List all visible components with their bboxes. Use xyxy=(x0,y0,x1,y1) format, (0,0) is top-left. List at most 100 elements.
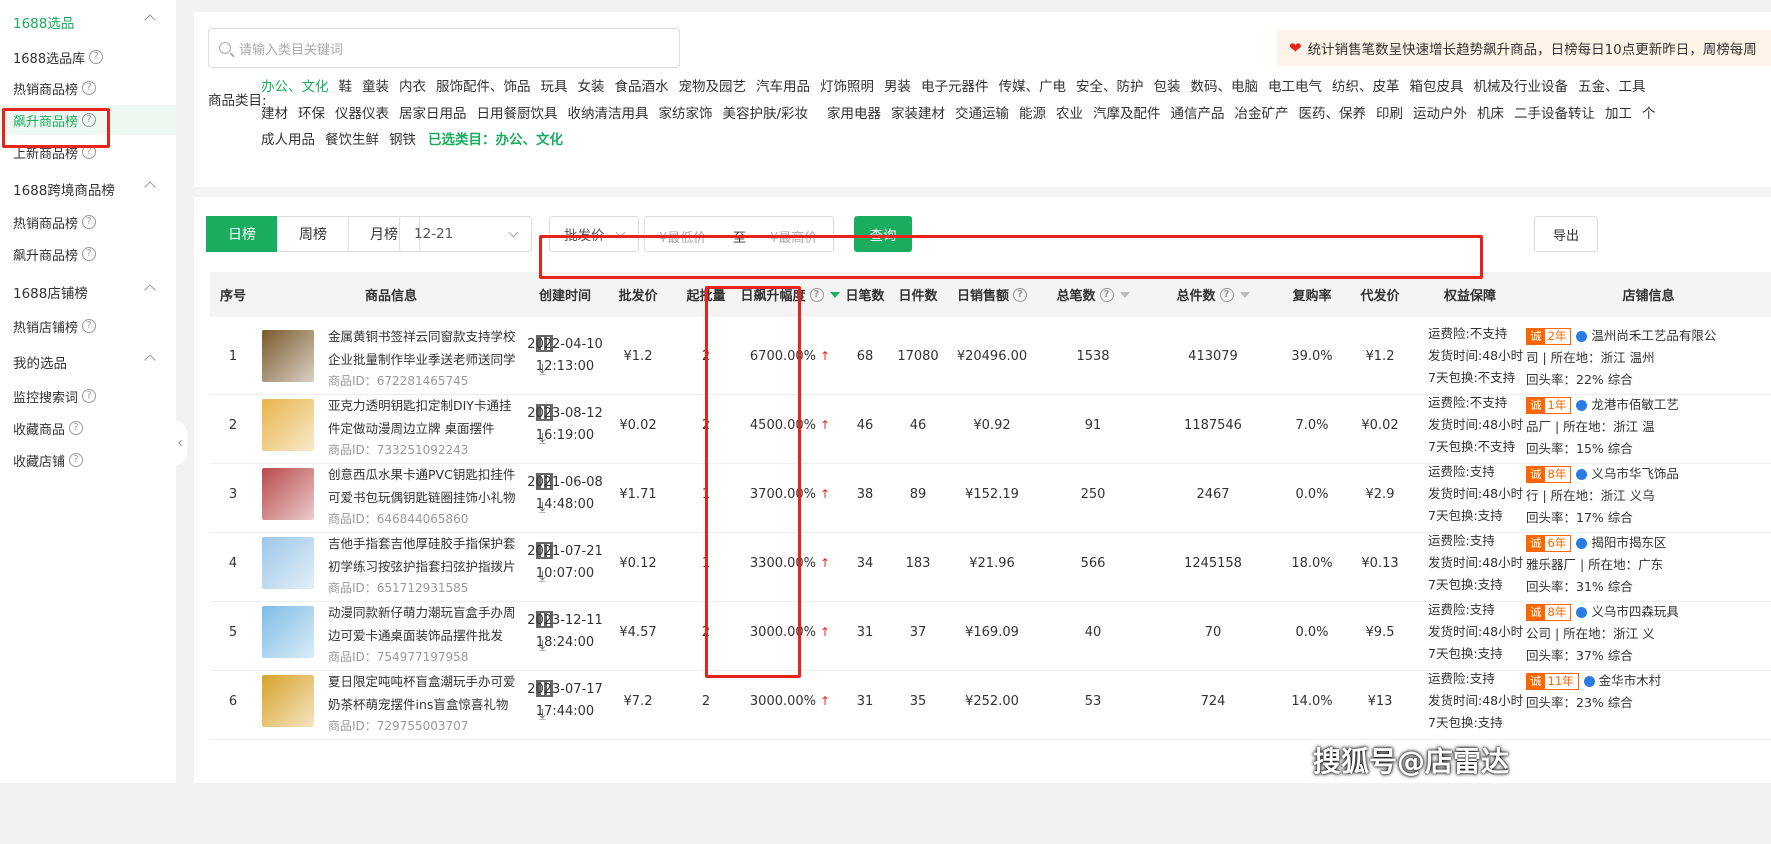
category-item[interactable]: 玩具 xyxy=(541,75,568,95)
category-item[interactable]: 包装 xyxy=(1154,75,1181,95)
help-icon[interactable]: ? xyxy=(82,215,97,229)
sidebar-group-shops[interactable]: 1688店铺榜 xyxy=(0,277,176,307)
category-item[interactable]: 美容护肤/彩妆 xyxy=(723,102,809,122)
sidebar-item-library[interactable]: 1688选品库? xyxy=(0,42,176,72)
product-thumbnail[interactable] xyxy=(262,330,314,382)
category-item[interactable]: 家装建材 xyxy=(891,102,945,122)
product-title[interactable]: 创意西瓜水果卡通PVC钥匙扣挂件可爱书包玩偶钥匙链圈挂饰小礼物 xyxy=(328,463,523,509)
category-item[interactable]: 童装 xyxy=(362,75,389,95)
category-item[interactable]: 建材 xyxy=(261,102,288,122)
sidebar-item-cb-hot[interactable]: 热销商品榜? xyxy=(0,207,176,237)
category-item[interactable]: 传媒、广电 xyxy=(999,75,1067,95)
category-item[interactable]: 箱包皮具 xyxy=(1410,75,1464,95)
shop-name[interactable]: 温州尚禾工艺品有限公 xyxy=(1591,328,1716,343)
category-item[interactable]: 运动户外 xyxy=(1413,102,1467,122)
category-item[interactable]: 个 xyxy=(1642,102,1656,122)
product-title[interactable]: 动漫同款新仔萌力潮玩盲盒手办周边可爱卡通桌面装饰品摆件批发 xyxy=(328,601,523,647)
help-icon[interactable]: ? xyxy=(809,287,824,302)
table-row[interactable]: 1 金属黄铜书签祥云同窗款支持学校企业批量制作毕业季送老师送同学 商品ID：67… xyxy=(210,317,1771,395)
category-item[interactable]: 安全、防护 xyxy=(1076,75,1144,95)
tab-weekly[interactable]: 周榜 xyxy=(277,216,349,252)
product-thumbnail[interactable] xyxy=(262,537,314,589)
shop-name[interactable]: 义乌市四森玩具 xyxy=(1591,604,1679,619)
export-button[interactable]: 导出 xyxy=(1534,216,1598,252)
category-item[interactable]: 居家日用品 xyxy=(399,102,467,122)
category-item[interactable]: 食品酒水 xyxy=(615,75,669,95)
category-item[interactable]: 电工电气 xyxy=(1268,75,1322,95)
product-title[interactable]: 吉他手指套吉他厚硅胶手指保护套初学练习按弦护指套扫弦护指拨片 xyxy=(328,532,523,578)
category-item[interactable]: 机械及行业设备 xyxy=(1474,75,1569,95)
product-title[interactable]: 夏日限定吨吨杯盲盒潮玩手办可爱奶茶杯萌宠摆件ins盲盒惊喜礼物 xyxy=(328,670,523,716)
product-title[interactable]: 亚克力透明钥匙扣定制DIY卡通挂件定做动漫周边立牌 桌面摆件 xyxy=(328,394,523,440)
category-item[interactable]: 成人用品 xyxy=(261,128,315,148)
category-item[interactable]: 数码、电脑 xyxy=(1191,75,1259,95)
sidebar-item-hot-shops[interactable]: 热销店铺榜? xyxy=(0,311,176,341)
table-row[interactable]: 3 创意西瓜水果卡通PVC钥匙扣挂件可爱书包玩偶钥匙链圈挂饰小礼物 商品ID：6… xyxy=(210,455,1771,533)
category-item[interactable]: 纺织、皮革 xyxy=(1332,75,1400,95)
category-item[interactable]: 男装 xyxy=(884,75,911,95)
table-row[interactable]: 2 亚克力透明钥匙扣定制DIY卡通挂件定做动漫周边立牌 桌面摆件 商品ID：73… xyxy=(210,386,1771,464)
sidebar-item-fav-shops[interactable]: 收藏店铺? xyxy=(0,445,176,475)
category-item[interactable]: 钢铁 xyxy=(389,128,416,148)
help-icon[interactable]: ? xyxy=(1219,287,1234,302)
category-item[interactable]: 能源 xyxy=(1019,102,1046,122)
category-item[interactable]: 家用电器 xyxy=(827,102,881,122)
tab-daily[interactable]: 日榜 xyxy=(206,216,278,252)
category-item[interactable]: 灯饰照明 xyxy=(820,75,874,95)
category-item[interactable]: 宠物及园艺 xyxy=(679,75,747,95)
product-thumbnail[interactable] xyxy=(262,399,314,451)
sidebar-group-mine[interactable]: 我的选品 xyxy=(0,347,176,377)
category-item[interactable]: 五金、工具 xyxy=(1578,75,1646,95)
category-item[interactable]: 医药、保养 xyxy=(1299,102,1367,122)
shop-name[interactable]: 龙港市佰敏工艺 xyxy=(1591,397,1679,412)
category-search-input[interactable]: 请输入类目关键词 xyxy=(208,28,680,68)
category-item[interactable]: 内衣 xyxy=(399,75,426,95)
help-icon[interactable]: ? xyxy=(1013,287,1027,302)
help-icon[interactable]: ? xyxy=(82,247,97,261)
table-row[interactable]: 6 夏日限定吨吨杯盲盒潮玩手办可爱奶茶杯萌宠摆件ins盲盒惊喜礼物 商品ID：7… xyxy=(210,662,1771,740)
sidebar-item-cb-rising[interactable]: 飙升商品榜? xyxy=(0,239,176,269)
table-row[interactable]: 4 吉他手指套吉他厚硅胶手指保护套初学练习按弦护指套扫弦护指拨片 商品ID：65… xyxy=(210,524,1771,602)
category-item[interactable]: 加工 xyxy=(1605,102,1632,122)
sidebar-group-1688[interactable]: 1688选品 xyxy=(0,7,176,37)
category-item[interactable]: 收纳清洁用具 xyxy=(568,102,649,122)
help-icon[interactable]: ? xyxy=(89,50,104,64)
help-icon[interactable]: ? xyxy=(82,319,97,333)
category-item[interactable]: 二手设备转让 xyxy=(1514,102,1595,122)
table-row[interactable]: 5 动漫同款新仔萌力潮玩盲盒手办周边可爱卡通桌面装饰品摆件批发 商品ID：754… xyxy=(210,593,1771,671)
category-item[interactable]: 服饰配件、饰品 xyxy=(436,75,531,95)
category-item[interactable]: 仪器仪表 xyxy=(335,102,389,122)
category-item[interactable]: 家纺家饰 xyxy=(659,102,713,122)
product-thumbnail[interactable] xyxy=(262,606,314,658)
category-item[interactable]: 印刷 xyxy=(1376,102,1403,122)
collapse-sidebar-button[interactable]: ‹ xyxy=(173,420,187,466)
sidebar-group-crossborder[interactable]: 1688跨境商品榜 xyxy=(0,174,176,204)
product-title[interactable]: 金属黄铜书签祥云同窗款支持学校企业批量制作毕业季送老师送同学 xyxy=(328,325,523,371)
product-thumbnail[interactable] xyxy=(262,468,314,520)
help-icon[interactable]: ? xyxy=(69,453,84,467)
category-item[interactable]: 汽摩及配件 xyxy=(1093,102,1161,122)
category-item[interactable]: 日用餐厨饮具 xyxy=(477,102,558,122)
sidebar-item-monitor[interactable]: 监控搜索词? xyxy=(0,381,176,411)
category-item[interactable]: 女装 xyxy=(578,75,605,95)
help-icon[interactable]: ? xyxy=(82,81,97,95)
shop-name[interactable]: 义乌市华飞饰品 xyxy=(1591,466,1679,481)
category-item[interactable]: 鞋 xyxy=(339,75,353,95)
shop-name[interactable]: 揭阳市揭东区 xyxy=(1591,535,1666,550)
help-icon[interactable]: ? xyxy=(82,389,97,403)
category-item[interactable]: 汽车用品 xyxy=(756,75,810,95)
shop-name[interactable]: 金华市木村 xyxy=(1599,673,1662,688)
category-item[interactable]: 电子元器件 xyxy=(921,75,989,95)
help-icon[interactable]: ? xyxy=(69,421,84,435)
help-icon[interactable]: ? xyxy=(1099,287,1114,302)
product-thumbnail[interactable] xyxy=(262,675,314,727)
date-select[interactable]: 12-21 xyxy=(399,216,532,252)
category-item[interactable]: 交通运输 xyxy=(955,102,1009,122)
category-item[interactable]: 农业 xyxy=(1056,102,1083,122)
category-item[interactable]: 环保 xyxy=(298,102,325,122)
category-item[interactable]: 通信产品 xyxy=(1171,102,1225,122)
sidebar-item-fav-products[interactable]: 收藏商品? xyxy=(0,413,176,443)
sidebar-item-hot[interactable]: 热销商品榜? xyxy=(0,73,176,103)
category-item[interactable]: 办公、文化 xyxy=(261,75,329,95)
category-item[interactable]: 冶金矿产 xyxy=(1235,102,1289,122)
